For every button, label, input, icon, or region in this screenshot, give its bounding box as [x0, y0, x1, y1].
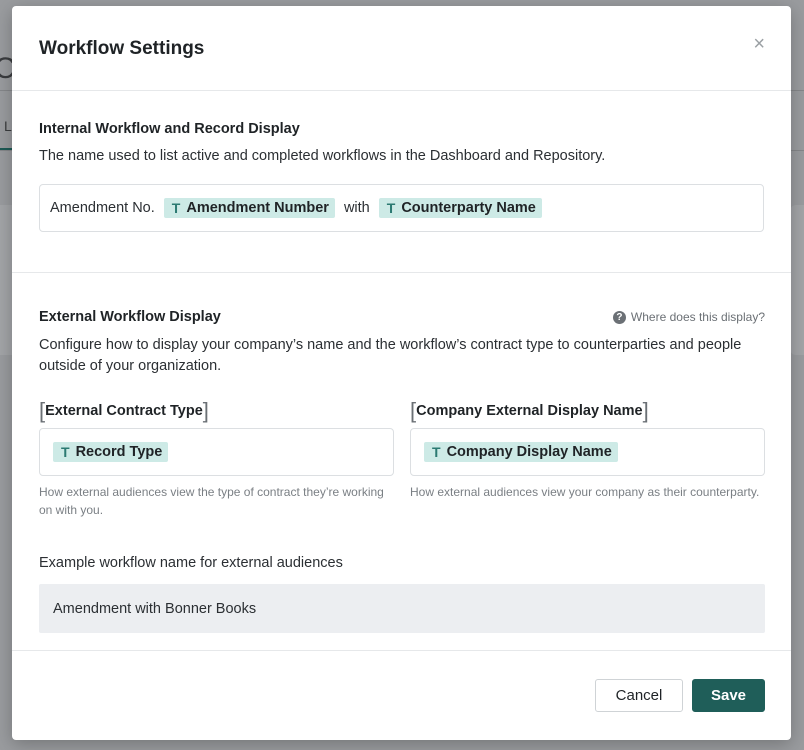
text-field-icon: T	[61, 444, 70, 460]
background-card	[790, 205, 804, 355]
cancel-button[interactable]: Cancel	[595, 679, 683, 712]
company-display-name-label-text: Company External Display Name	[416, 403, 643, 419]
background-tab: L	[4, 118, 12, 134]
company-display-name-field[interactable]: T Company Display Name	[410, 428, 765, 476]
example-name-group: Example workflow name for external audie…	[39, 553, 765, 633]
internal-description: The name used to list active and complet…	[39, 148, 606, 164]
modal-footer: Cancel Save	[12, 651, 791, 740]
company-display-name-group: [ Company External Display Name ] T Comp…	[410, 400, 765, 501]
bracket-right-icon: ]	[642, 398, 649, 423]
text-field-icon: T	[171, 200, 181, 216]
name-prefix-text: Amendment No.	[50, 200, 155, 216]
example-name-preview: Amendment with Bonner Books	[39, 584, 765, 633]
amendment-number-token-label: Amendment Number	[186, 200, 329, 216]
record-type-token-label: Record Type	[75, 444, 163, 460]
internal-heading: Internal Workflow and Record Display	[39, 121, 300, 137]
example-label: Example workflow name for external audie…	[39, 555, 343, 571]
external-display-section: External Workflow Display ? Where does t…	[12, 273, 791, 651]
internal-name-field[interactable]: Amendment No. T Amendment Number with T …	[39, 184, 764, 232]
internal-display-section: Internal Workflow and Record Display The…	[12, 91, 791, 273]
counterparty-name-token-label: Counterparty Name	[401, 200, 536, 216]
help-link-label: Where does this display?	[630, 310, 765, 324]
question-circle-icon: ?	[612, 310, 626, 324]
where-display-help-link[interactable]: ? Where does this display?	[612, 310, 765, 324]
company-display-name-token[interactable]: T Company Display Name	[424, 442, 618, 462]
external-contract-type-group: [ External Contract Type ] T Record Type…	[39, 400, 394, 519]
bracket-right-icon: ]	[202, 398, 209, 423]
amendment-number-token[interactable]: T Amendment Number	[163, 198, 335, 218]
company-display-name-token-label: Company Display Name	[446, 444, 612, 460]
external-description: Configure how to display your company’s …	[39, 337, 742, 374]
save-button[interactable]: Save	[692, 679, 765, 712]
company-name-help-text: How external audiences view your company…	[410, 485, 760, 499]
name-joiner-text: with	[343, 200, 370, 216]
external-contract-type-label: [ External Contract Type ]	[39, 400, 209, 422]
external-contract-type-field[interactable]: T Record Type	[39, 428, 394, 476]
text-field-icon: T	[432, 444, 441, 460]
record-type-token[interactable]: T Record Type	[53, 442, 169, 462]
company-display-name-label: [ Company External Display Name ]	[410, 400, 649, 422]
text-field-icon: T	[386, 200, 396, 216]
contract-type-help-text: How external audiences view the type of …	[39, 485, 384, 517]
counterparty-name-token[interactable]: T Counterparty Name	[378, 198, 542, 218]
modal-header: Workflow Settings ×	[12, 6, 791, 91]
close-icon[interactable]: ×	[753, 34, 765, 54]
workflow-settings-modal: Workflow Settings × Internal Workflow an…	[12, 6, 791, 740]
external-contract-type-label-text: External Contract Type	[45, 403, 203, 419]
modal-title: Workflow Settings	[39, 38, 205, 59]
